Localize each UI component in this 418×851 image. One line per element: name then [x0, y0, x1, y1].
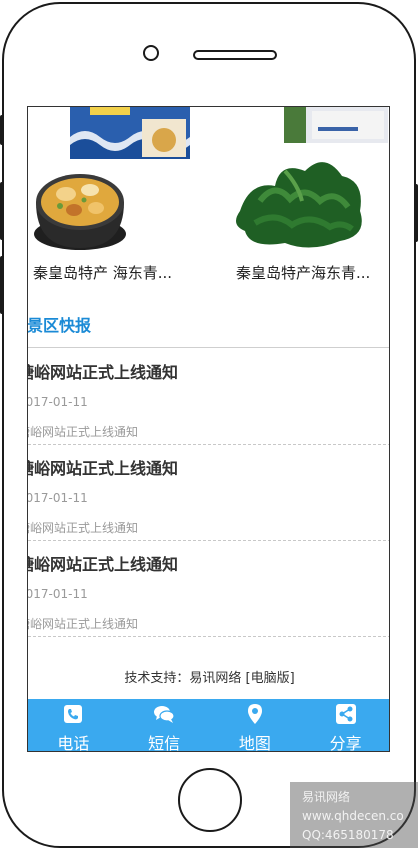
news-date: 2017-01-11: [28, 587, 88, 601]
watermark-line: QQ:465180178: [302, 828, 394, 842]
nav-label: 电话: [57, 734, 90, 752]
news-summary: 糖峪网站正式上线通知: [27, 521, 139, 535]
share-icon: [335, 704, 356, 724]
phone-side-button: [0, 115, 4, 145]
news-title[interactable]: 糖峪网站正式上线通知: [28, 551, 178, 575]
chat-icon: [154, 706, 175, 723]
nav-phone[interactable]: 电话: [28, 699, 119, 752]
product-name[interactable]: 秦皇岛特产海东青...: [236, 262, 389, 283]
front-camera: [143, 45, 159, 61]
news-summary: 糖峪网站正式上线通知: [27, 617, 139, 631]
phone-side-button: [0, 182, 4, 240]
news-title[interactable]: 糖峪网站正式上线通知: [28, 455, 178, 479]
product-image-stew[interactable]: [30, 162, 130, 254]
watermark-line: www.qhdecen.co: [302, 809, 404, 823]
product-box-image[interactable]: [70, 107, 190, 159]
news-date: 2017-01-11: [28, 491, 88, 505]
product-name[interactable]: 秦皇岛特产 海东青...: [33, 262, 203, 283]
phone-side-button: [0, 256, 4, 314]
home-button[interactable]: [178, 768, 242, 832]
nav-label: 分享: [329, 734, 362, 752]
section-title: 景区快报: [27, 316, 92, 335]
nav-sms[interactable]: 短信: [119, 699, 210, 752]
news-item[interactable]: 糖峪网站正式上线通知 2017-01-11 糖峪网站正式上线通知: [27, 445, 389, 541]
phone-icon: [64, 705, 83, 723]
product-package-image[interactable]: [284, 107, 388, 143]
news-date: 2017-01-11: [28, 395, 88, 409]
product-image-seaweed[interactable]: [230, 141, 370, 251]
news-summary: 糖峪网站正式上线通知: [27, 425, 139, 439]
phone-screen: 秦皇岛特产 海东青... 秦皇岛特产海东青... 景区快报 糖峪网站正式上线通知…: [27, 106, 390, 752]
nav-label: 短信: [148, 734, 181, 752]
nav-label: 地图: [238, 734, 271, 752]
news-title[interactable]: 糖峪网站正式上线通知: [28, 359, 178, 383]
nav-share[interactable]: 分享: [300, 699, 389, 752]
earpiece-speaker: [193, 50, 277, 60]
news-item[interactable]: 糖峪网站正式上线通知 2017-01-11 糖峪网站正式上线通知: [27, 541, 389, 637]
watermark-line: 易讯网络: [302, 790, 351, 804]
watermark: 易讯网络 www.qhdecen.co QQ:465180178: [290, 782, 418, 848]
section-divider: [28, 347, 389, 348]
news-item[interactable]: 糖峪网站正式上线通知 2017-01-11 糖峪网站正式上线通知: [27, 349, 389, 445]
bottom-nav: 电话 短信 地图 分享: [28, 699, 389, 752]
tech-support-text[interactable]: 技术支持：易讯网络 [电脑版]: [28, 667, 389, 686]
phone-side-button: [414, 184, 418, 242]
map-pin-icon: [247, 704, 262, 724]
nav-map[interactable]: 地图: [210, 699, 301, 752]
